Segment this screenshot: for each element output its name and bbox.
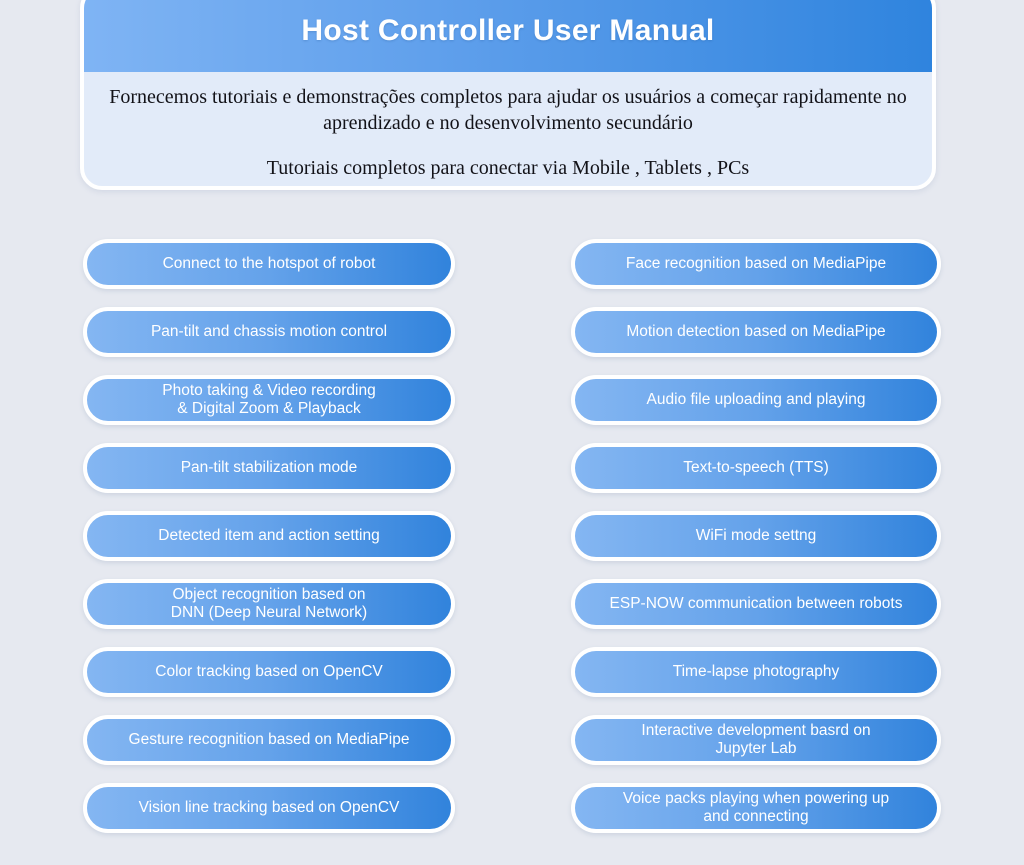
feature-pill[interactable]: Color tracking based on OpenCV: [83, 647, 455, 697]
feature-pill[interactable]: Interactive development basrd on Jupyter…: [571, 715, 941, 765]
feature-pill[interactable]: Motion detection based on MediaPipe: [571, 307, 941, 357]
feature-pill[interactable]: Photo taking & Video recording & Digital…: [83, 375, 455, 425]
feature-pill[interactable]: Pan-tilt stabilization mode: [83, 443, 455, 493]
feature-pill[interactable]: Object recognition based on DNN (Deep Ne…: [83, 579, 455, 629]
feature-pill[interactable]: Audio file uploading and playing: [571, 375, 941, 425]
header-description: Fornecemos tutoriais e demonstrações com…: [84, 72, 932, 186]
feature-pill[interactable]: Connect to the hotspot of robot: [83, 239, 455, 289]
header-banner: Host Controller User Manual: [84, 0, 932, 72]
header-paragraph-1: Fornecemos tutoriais e demonstrações com…: [109, 86, 907, 135]
feature-pill[interactable]: Text-to-speech (TTS): [571, 443, 941, 493]
feature-columns: Connect to the hotspot of robot Pan-tilt…: [0, 239, 1024, 833]
feature-column-right: Face recognition based on MediaPipe Moti…: [571, 239, 941, 833]
page-root: Host Controller User Manual Fornecemos t…: [0, 0, 1024, 865]
feature-pill[interactable]: Gesture recognition based on MediaPipe: [83, 715, 455, 765]
feature-pill[interactable]: Time-lapse photography: [571, 647, 941, 697]
feature-pill[interactable]: Pan-tilt and chassis motion control: [83, 307, 455, 357]
feature-pill[interactable]: Voice packs playing when powering up and…: [571, 783, 941, 833]
page-title: Host Controller User Manual: [301, 14, 715, 47]
feature-pill[interactable]: Detected item and action setting: [83, 511, 455, 561]
feature-pill[interactable]: ESP-NOW communication between robots: [571, 579, 941, 629]
feature-pill[interactable]: WiFi mode settng: [571, 511, 941, 561]
header-paragraph-2: Tutoriais completos para conectar via Mo…: [266, 156, 750, 179]
header-card: Host Controller User Manual Fornecemos t…: [80, 0, 936, 190]
feature-pill[interactable]: Face recognition based on MediaPipe: [571, 239, 941, 289]
feature-pill[interactable]: Vision line tracking based on OpenCV: [83, 783, 455, 833]
feature-column-left: Connect to the hotspot of robot Pan-tilt…: [83, 239, 455, 833]
